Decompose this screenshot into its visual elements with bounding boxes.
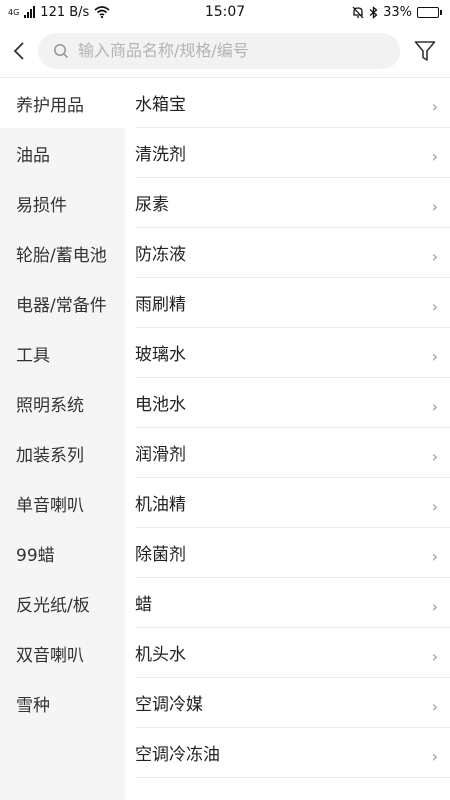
- list-item[interactable]: 润滑剂 ›: [135, 428, 450, 478]
- list-item[interactable]: 雨刷精 ›: [135, 278, 450, 328]
- list-item-label: 润滑剂: [135, 445, 186, 465]
- chevron-right-icon: ›: [431, 647, 438, 666]
- status-bar: 4G 121 B/s 15:07 33%: [0, 0, 450, 24]
- filter-button[interactable]: [400, 24, 450, 78]
- sidebar-item[interactable]: 单音喇叭: [0, 478, 125, 528]
- chevron-right-icon: ›: [431, 197, 438, 216]
- signal-icon: [24, 6, 36, 18]
- list-item-label: 机头水: [135, 645, 186, 665]
- list-item[interactable]: 蜡 ›: [135, 578, 450, 628]
- sidebar-item-label: 轮胎/蓄电池: [16, 245, 107, 266]
- sidebar-item[interactable]: 照明系统: [0, 378, 125, 428]
- sidebar-item[interactable]: 工具: [0, 328, 125, 378]
- chevron-right-icon: ›: [431, 447, 438, 466]
- chevron-right-icon: ›: [431, 297, 438, 316]
- sidebar-item-label: 工具: [16, 345, 50, 366]
- list-item-label: 雨刷精: [135, 295, 186, 315]
- battery-percent: 33%: [383, 4, 412, 20]
- list-item-label: 机油精: [135, 495, 186, 515]
- category-sidebar: 养护用品 油品 易损件 轮胎/蓄电池 电器/常备件 工具 照明系统 加装系列 单…: [0, 78, 125, 800]
- sidebar-item-label: 99蜡: [16, 545, 55, 566]
- sidebar-item[interactable]: 99蜡: [0, 528, 125, 578]
- sidebar-item[interactable]: 加装系列: [0, 428, 125, 478]
- wifi-icon: [94, 6, 110, 18]
- list-item-label: 防冻液: [135, 245, 186, 265]
- battery-icon: [417, 6, 442, 18]
- list-item-label: 空调冷媒: [135, 695, 203, 715]
- sidebar-item[interactable]: 双音喇叭: [0, 628, 125, 678]
- sidebar-item[interactable]: 雪种: [0, 678, 125, 728]
- mute-bell-icon: [352, 6, 364, 18]
- list-item[interactable]: 空调冷冻油 ›: [135, 728, 450, 778]
- list-item[interactable]: 空调冷媒 ›: [135, 678, 450, 728]
- chevron-right-icon: ›: [431, 347, 438, 366]
- chevron-right-icon: ›: [431, 247, 438, 266]
- filter-funnel-icon: [414, 40, 436, 61]
- list-item[interactable]: 除菌剂 ›: [135, 528, 450, 578]
- sidebar-item[interactable]: 养护用品: [0, 78, 125, 128]
- sidebar-item-label: 反光纸/板: [16, 595, 90, 616]
- sidebar-item-label: 双音喇叭: [16, 645, 84, 666]
- search-box[interactable]: [38, 32, 400, 69]
- list-item-label: 玻璃水: [135, 345, 186, 365]
- list-item[interactable]: 机头水 ›: [135, 628, 450, 678]
- sidebar-item-label: 雪种: [16, 695, 50, 716]
- list-item-label: 除菌剂: [135, 545, 186, 565]
- sidebar-item-label: 养护用品: [16, 95, 84, 116]
- sidebar-item-label: 电器/常备件: [16, 295, 107, 316]
- sidebar-item-label: 油品: [16, 145, 50, 166]
- chevron-right-icon: ›: [431, 597, 438, 616]
- sidebar-item[interactable]: 电器/常备件: [0, 278, 125, 328]
- chevron-right-icon: ›: [431, 747, 438, 766]
- sidebar-item[interactable]: 轮胎/蓄电池: [0, 228, 125, 278]
- sidebar-item-label: 加装系列: [16, 445, 84, 466]
- sidebar-item[interactable]: 油品: [0, 128, 125, 178]
- list-item-label: 蜡: [135, 595, 152, 615]
- list-item-label: 清洗剂: [135, 145, 186, 165]
- list-item[interactable]: 防冻液 ›: [135, 228, 450, 278]
- sidebar-item-label: 照明系统: [16, 395, 84, 416]
- list-item[interactable]: 机油精 ›: [135, 478, 450, 528]
- back-button[interactable]: [0, 24, 38, 78]
- list-item[interactable]: 尿素 ›: [135, 178, 450, 228]
- chevron-right-icon: ›: [431, 497, 438, 516]
- list-item[interactable]: 电池水 ›: [135, 378, 450, 428]
- list-item[interactable]: 水箱宝 ›: [135, 78, 450, 128]
- list-item-label: 电池水: [135, 395, 186, 415]
- network-speed: 121 B/s: [40, 4, 90, 20]
- chevron-right-icon: ›: [431, 697, 438, 716]
- top-bar: [0, 24, 450, 78]
- chevron-right-icon: ›: [431, 97, 438, 116]
- sidebar-item-label: 易损件: [16, 195, 67, 216]
- list-item-label: 尿素: [135, 195, 169, 215]
- list-item[interactable]: 清洗剂 ›: [135, 128, 450, 178]
- chevron-left-icon: [13, 41, 24, 60]
- list-item-label: 空调冷冻油: [135, 745, 220, 765]
- list-item[interactable]: 玻璃水 ›: [135, 328, 450, 378]
- network-type: 4G: [8, 7, 20, 17]
- chevron-right-icon: ›: [431, 147, 438, 166]
- list-item-label: 水箱宝: [135, 95, 186, 115]
- status-left: 4G 121 B/s: [8, 5, 110, 20]
- sidebar-item-label: 单音喇叭: [16, 495, 84, 516]
- sidebar-item[interactable]: 反光纸/板: [0, 578, 125, 628]
- chevron-right-icon: ›: [431, 547, 438, 566]
- search-icon: [52, 42, 70, 60]
- subcategory-list: 水箱宝 › 清洗剂 › 尿素 › 防冻液 › 雨刷精 › 玻璃水 › 电池水 › 润滑剂 › 机…: [125, 78, 450, 800]
- bluetooth-icon: [369, 5, 378, 19]
- status-right: 33%: [352, 5, 442, 20]
- chevron-right-icon: ›: [431, 397, 438, 416]
- sidebar-item[interactable]: 易损件: [0, 178, 125, 228]
- search-input[interactable]: [78, 41, 378, 60]
